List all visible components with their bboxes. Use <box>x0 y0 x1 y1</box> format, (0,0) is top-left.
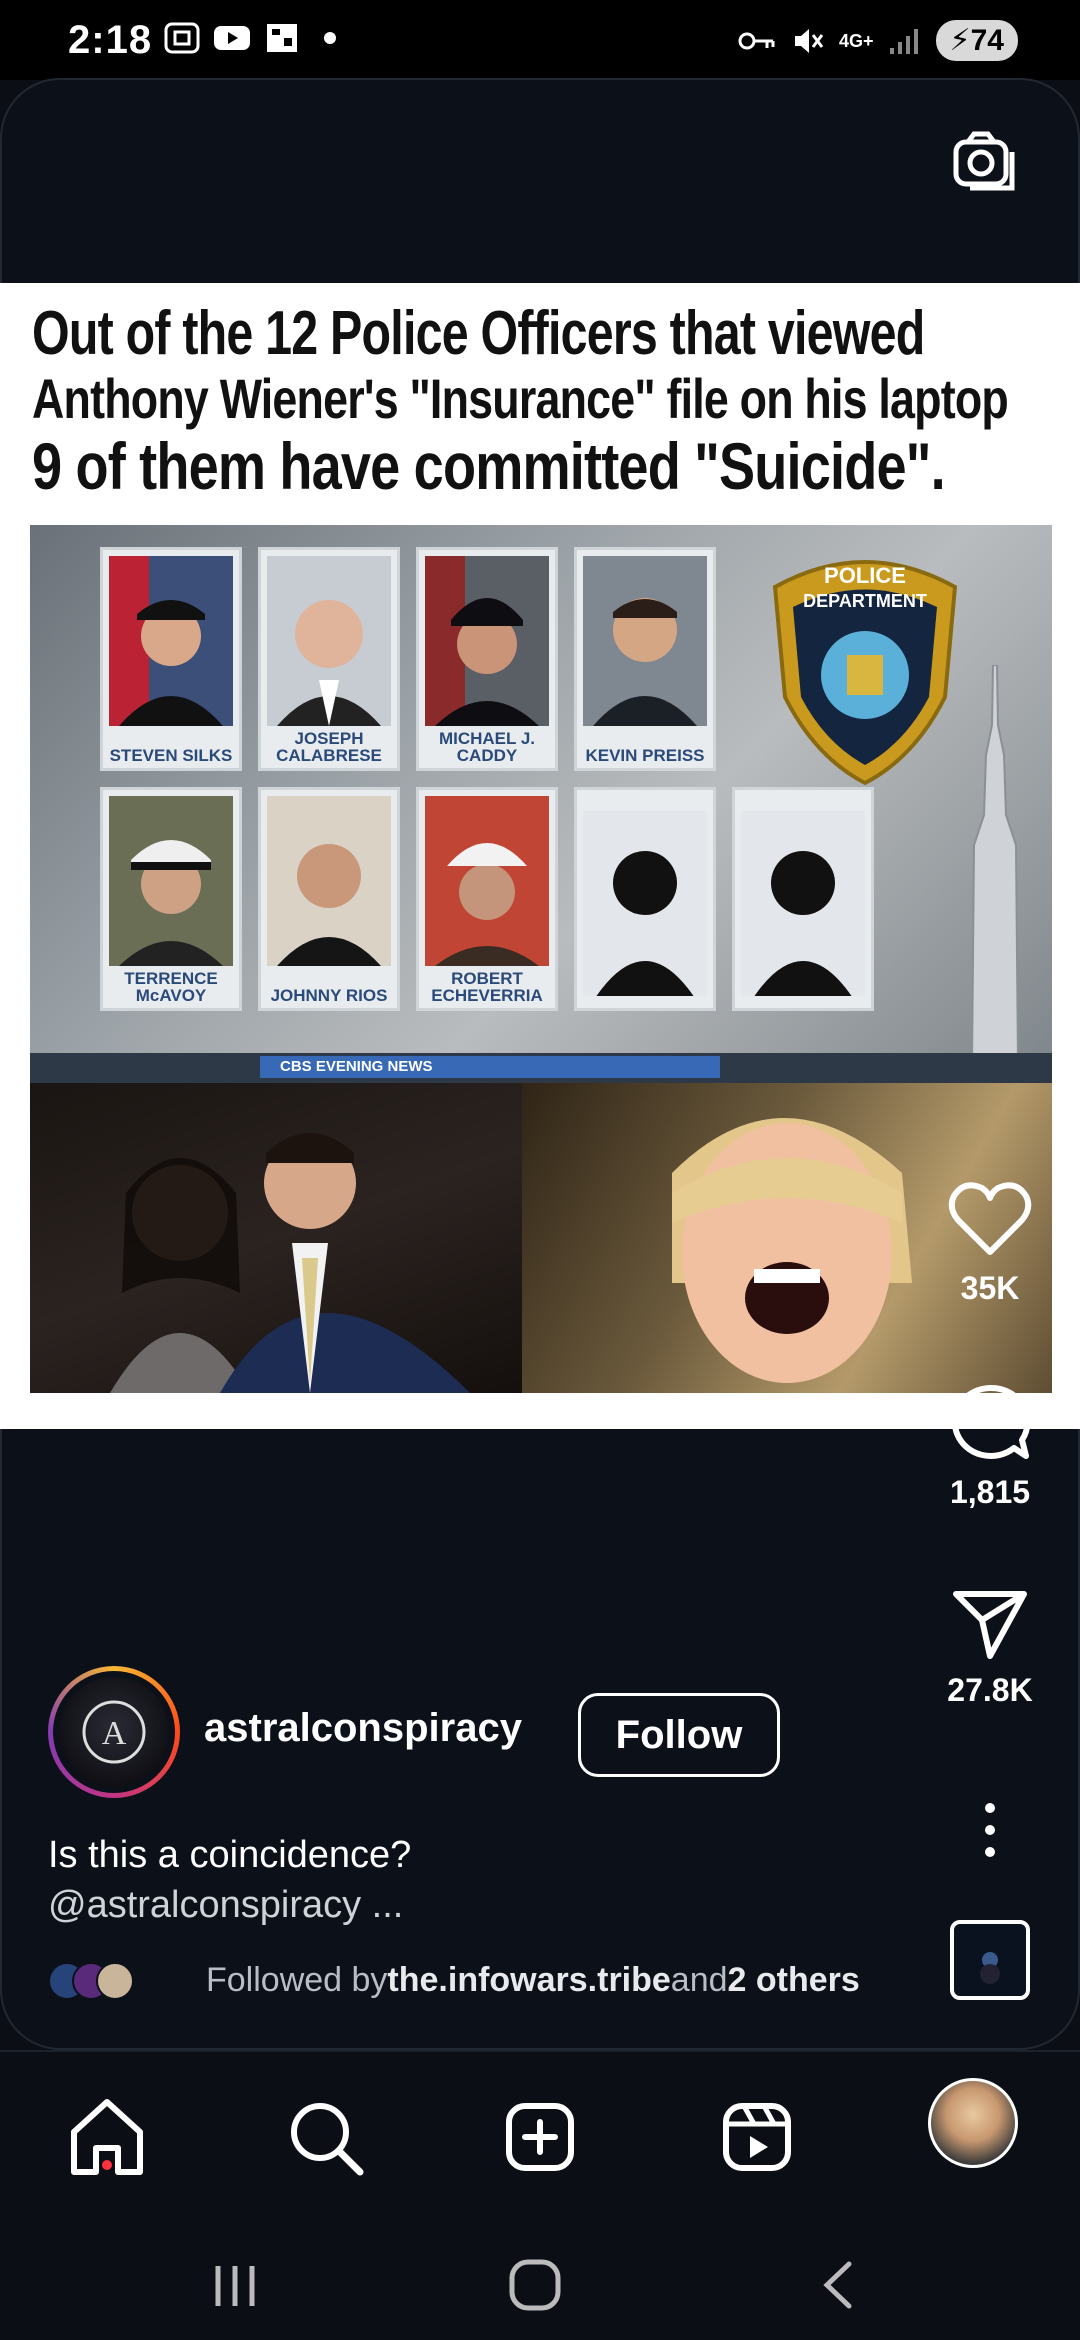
silhouette-portrait <box>732 787 874 1011</box>
system-navigation <box>0 2230 1080 2340</box>
officer-portrait: JOHNNY RIOS <box>258 787 400 1011</box>
headline-line-2: Anthony Wiener's "Insurance" file on his… <box>32 367 1009 430</box>
followed-name[interactable]: the.infowars.tribe <box>387 1961 670 2000</box>
svg-text:DEPARTMENT: DEPARTMENT <box>803 591 927 611</box>
app-icon <box>267 24 297 52</box>
post-caption[interactable]: Is this a coincidence? @astralconspiracy… <box>48 1830 411 1930</box>
more-notifications-dot <box>324 32 336 44</box>
recents-icon[interactable] <box>200 2250 270 2320</box>
officers-panel: STEVEN SILKS JOSEPH CALABRESE MICHAEL J.… <box>30 525 1052 1083</box>
like-count: 35K <box>960 1270 1020 1306</box>
empire-state-building <box>970 665 1020 1065</box>
heart-icon <box>948 1182 1032 1255</box>
follower-avatars <box>48 1960 148 2000</box>
share-button[interactable]: 27.8K <box>920 1588 1060 1709</box>
notification-icons <box>162 20 336 56</box>
create-icon[interactable] <box>495 2092 585 2182</box>
tv-caption-bar: CBS EVENING NEWS <box>30 1053 1052 1083</box>
post-image[interactable]: Out of the 12 Police Officers that viewe… <box>0 283 1080 1429</box>
officer-portrait: MICHAEL J. CADDY <box>416 547 558 771</box>
nypd-badge-icon: POLICE DEPARTMENT <box>772 560 958 786</box>
silhouette-portrait <box>574 787 716 1011</box>
youtube-icon <box>214 26 250 50</box>
officer-portrait: TERRENCE McAVOY <box>100 787 242 1011</box>
profile-avatar[interactable] <box>928 2078 1018 2168</box>
search-icon[interactable] <box>280 2092 370 2182</box>
comment-icon <box>951 1384 1031 1459</box>
home-notification-dot <box>102 2160 112 2170</box>
vpn-key-icon <box>738 32 775 49</box>
caption-text: Is this a coincidence? <box>48 1834 412 1876</box>
share-count: 27.8K <box>947 1672 1033 1708</box>
followed-others[interactable]: 2 others <box>728 1961 860 2000</box>
status-bar: 2:18 4G+ ⚡74 <box>0 0 1080 80</box>
officer-portrait: JOSEPH CALABRESE <box>258 547 400 771</box>
image-headline: Out of the 12 Police Officers that viewe… <box>32 299 1052 503</box>
home-button-icon[interactable] <box>500 2250 570 2320</box>
battery-indicator: ⚡74 <box>935 20 1018 61</box>
follow-button[interactable]: Follow <box>578 1693 780 1777</box>
officer-portrait: ROBERT ECHEVERRIA <box>416 787 558 1011</box>
headline-line-3: 9 of them have committed "Suicide". <box>32 429 946 503</box>
svg-text:A: A <box>102 1715 127 1752</box>
followed-by-row[interactable]: Followed by the.infowars.tribe and 2 oth… <box>48 1958 860 2002</box>
network-type: 4G+ <box>839 30 874 51</box>
author-avatar[interactable]: A <box>48 1666 180 1798</box>
mute-icon <box>795 28 824 53</box>
bottom-nav <box>0 2050 1080 2230</box>
audio-thumbnail[interactable] <box>950 1920 1030 2000</box>
comment-button[interactable]: 1,815 <box>920 1382 1060 1511</box>
like-button[interactable]: 35K <box>920 1182 1060 1307</box>
reels-icon[interactable] <box>712 2092 802 2182</box>
couple-photo <box>30 1083 522 1393</box>
signal-icon <box>889 28 918 54</box>
comment-count: 1,815 <box>949 1474 1031 1510</box>
send-icon <box>953 1591 1027 1659</box>
author-username[interactable]: astralconspiracy <box>204 1706 522 1751</box>
back-icon[interactable] <box>805 2250 875 2320</box>
svg-text:POLICE: POLICE <box>824 563 906 588</box>
status-time: 2:18 <box>68 18 153 62</box>
headline-line-1: Out of the 12 Police Officers that viewe… <box>32 299 925 368</box>
officer-portrait: KEVIN PREISS <box>574 547 716 771</box>
officer-portrait: STEVEN SILKS <box>100 547 242 771</box>
screenshot-icon <box>164 22 200 54</box>
more-vertical-icon[interactable] <box>975 1800 1005 1860</box>
followed-middle: and <box>670 1960 728 1999</box>
followed-prefix: Followed by <box>206 1960 388 1999</box>
caption-mention[interactable]: @astralconspiracy ... <box>48 1880 411 1930</box>
camera-icon[interactable] <box>950 128 1020 198</box>
